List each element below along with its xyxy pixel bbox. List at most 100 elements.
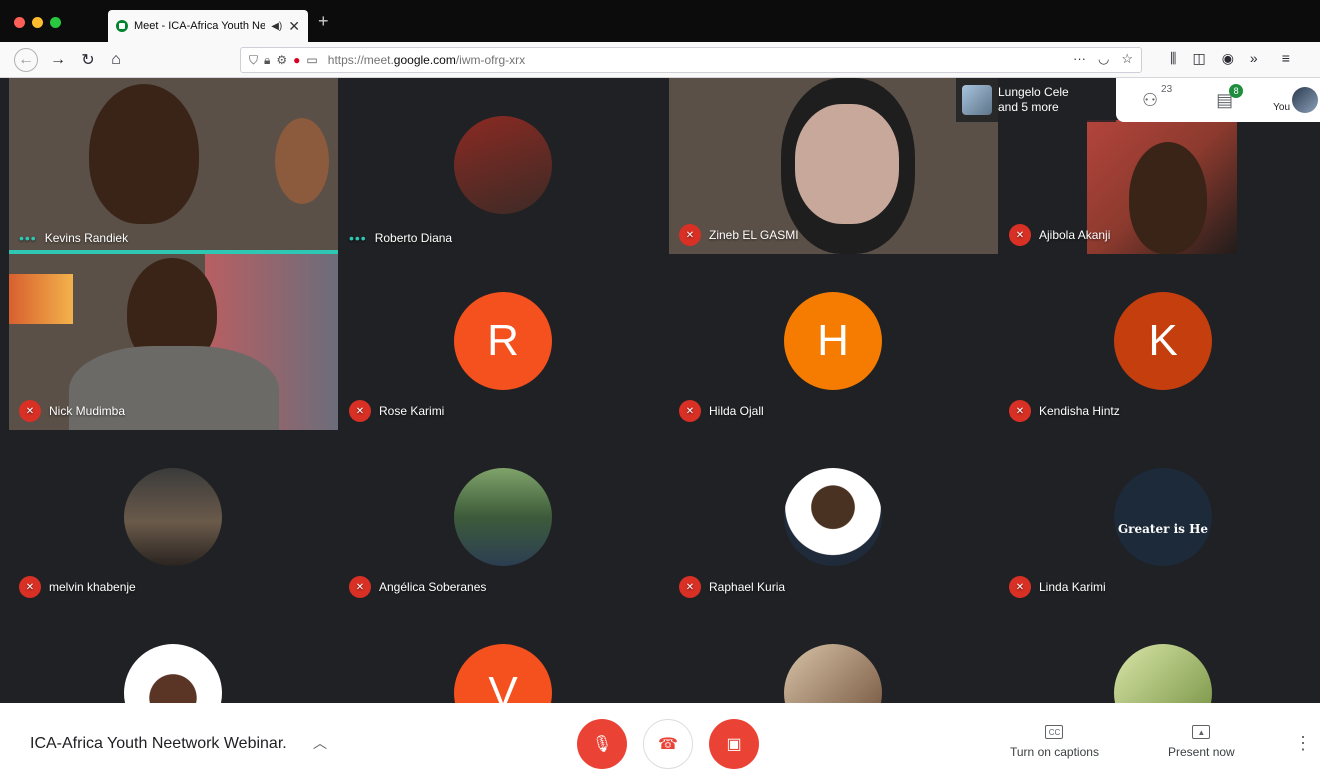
- participant-tile[interactable]: ✕ melvin khabenje: [9, 430, 338, 606]
- participant-tile[interactable]: ✕ Angélica Soberanes: [339, 430, 668, 606]
- shield-icon[interactable]: ⛉: [249, 53, 258, 68]
- participant-tile[interactable]: ••• Roberto Diana: [339, 78, 668, 254]
- close-window-button[interactable]: [14, 17, 25, 28]
- meeting-control-bar: ICA-Africa Youth Neetwork Webinar. ︿ 🎙︎ …: [0, 703, 1320, 773]
- participant-tile[interactable]: [669, 606, 998, 703]
- speaker-icon[interactable]: ◀): [271, 21, 282, 32]
- chat-icon[interactable]: ▤ 8: [1216, 83, 1244, 111]
- captions-button[interactable]: CC Turn on captions: [1010, 725, 1099, 759]
- mic-toggle-button[interactable]: 🎙︎: [577, 719, 627, 769]
- screen-share-icon[interactable]: ▭: [306, 53, 317, 67]
- microphone-icon[interactable]: ●: [293, 53, 300, 67]
- participant-avatar: [784, 468, 882, 566]
- camera-toggle-button[interactable]: ▣: [709, 719, 759, 769]
- reload-button[interactable]: ↻: [76, 48, 100, 72]
- camera-off-icon: ▣: [726, 736, 742, 753]
- participant-name: Rose Karimi: [379, 404, 445, 418]
- meeting-title[interactable]: ICA-Africa Youth Neetwork Webinar.: [30, 735, 287, 753]
- overflow-chevrons-icon[interactable]: »: [1250, 50, 1258, 67]
- participant-video-face: [795, 104, 899, 224]
- participant-name: Ajibola Akanji: [1039, 228, 1111, 242]
- permissions-icon[interactable]: ⚙: [276, 53, 287, 67]
- participant-avatar: [124, 468, 222, 566]
- chevron-up-icon[interactable]: ︿: [313, 733, 327, 753]
- minimize-window-button[interactable]: [32, 17, 43, 28]
- sidebar-icon[interactable]: ◫: [1192, 50, 1205, 67]
- tab-title: Meet - ICA-Africa Youth Ne: [134, 20, 266, 32]
- self-view[interactable]: You 6: [1273, 87, 1319, 113]
- participant-nameplate: ✕ Hilda Ojall: [679, 400, 764, 422]
- participant-nameplate: ✕ Angélica Soberanes: [349, 576, 486, 598]
- more-participants-thumbnail: [962, 85, 992, 115]
- participant-tile[interactable]: R ✕ Rose Karimi: [339, 254, 668, 430]
- more-participants-chip[interactable]: Lungelo Cele and 5 more: [956, 78, 1116, 122]
- participant-nameplate: ••• Roberto Diana: [349, 230, 452, 246]
- page-actions-icon[interactable]: ···: [1073, 51, 1086, 67]
- participant-nameplate: ✕ Kendisha Hintz: [1009, 400, 1120, 422]
- avatar-text: Greater is He: [1117, 522, 1209, 536]
- participant-tile[interactable]: H ✕ Hilda Ojall: [669, 254, 998, 430]
- navigation-bar: ← → ↻ ⌂ ⛉ 🔒︎ ⚙ ● ▭ https://meet.google.c…: [0, 42, 1320, 78]
- people-count: 23: [1161, 83, 1173, 95]
- mic-off-icon: ✕: [349, 400, 371, 422]
- library-icon[interactable]: ⫼: [1170, 50, 1176, 67]
- home-button[interactable]: ⌂: [104, 48, 128, 72]
- browser-window: Meet - ICA-Africa Youth Ne ◀) ✕ + ← → ↻ …: [0, 0, 1320, 773]
- participant-name: Linda Karimi: [1039, 580, 1106, 594]
- leave-call-button[interactable]: ☎: [643, 719, 693, 769]
- mic-off-icon: ✕: [1009, 224, 1031, 246]
- account-icon[interactable]: ◉: [1222, 50, 1234, 67]
- people-icon[interactable]: ⚇ 23: [1142, 84, 1172, 111]
- participant-name: Kevins Randiek: [44, 231, 129, 245]
- mic-off-icon: ✕: [679, 224, 701, 246]
- mic-off-icon: ✕: [679, 576, 701, 598]
- chat-badge: 8: [1229, 83, 1244, 98]
- close-tab-icon[interactable]: ✕: [288, 19, 300, 33]
- participant-avatar: [1114, 644, 1212, 703]
- participant-avatar: K: [1114, 292, 1212, 390]
- new-tab-button[interactable]: +: [318, 11, 329, 32]
- participant-nameplate: ✕ Nick Mudimba: [19, 400, 125, 422]
- participant-name: Angélica Soberanes: [379, 580, 487, 594]
- meet-favicon-icon: [116, 20, 128, 32]
- participant-nameplate: ✕ Zineb EL GASMI: [679, 224, 799, 246]
- participant-tile[interactable]: Greater is He ✕ Linda Karimi: [999, 430, 1320, 606]
- speaking-indicator-icon: •••: [19, 230, 37, 246]
- participant-nameplate: ✕ melvin khabenje: [19, 576, 136, 598]
- participant-nameplate: ✕ Raphael Kuria: [679, 576, 785, 598]
- lock-icon[interactable]: 🔒︎: [264, 53, 270, 68]
- mic-off-icon: ✕: [1009, 576, 1031, 598]
- participant-tile[interactable]: [9, 606, 338, 703]
- participant-avatar: Greater is He: [1114, 468, 1212, 566]
- hamburger-menu-icon[interactable]: ≡: [1282, 50, 1290, 67]
- participant-avatar: R: [454, 292, 552, 390]
- maximize-window-button[interactable]: [50, 17, 61, 28]
- present-button[interactable]: ▲ Present now: [1168, 725, 1235, 759]
- participant-avatar: [454, 116, 552, 214]
- participant-tile[interactable]: ✕ Raphael Kuria: [669, 430, 998, 606]
- meet-video-grid: ••• Kevins Randiek ••• Roberto Diana ✕ Z…: [0, 78, 1320, 703]
- wall-decoration: [275, 118, 329, 204]
- address-bar[interactable]: ⛉ 🔒︎ ⚙ ● ▭ https://meet.google.com/iwm-o…: [240, 47, 1142, 73]
- participant-avatar: V: [454, 644, 552, 703]
- url-text[interactable]: https://meet.google.com/iwm-ofrg-xrx: [328, 53, 525, 67]
- participant-tile[interactable]: ✕ Nick Mudimba: [9, 254, 338, 430]
- tab-meet[interactable]: Meet - ICA-Africa Youth Ne ◀) ✕: [108, 10, 308, 42]
- mic-off-icon: ✕: [19, 400, 41, 422]
- hang-up-icon: ☎: [658, 736, 678, 753]
- bookmark-star-icon[interactable]: ☆: [1121, 51, 1133, 67]
- participant-tile[interactable]: K ✕ Kendisha Hintz: [999, 254, 1320, 430]
- back-button[interactable]: ←: [14, 48, 38, 72]
- participant-tile[interactable]: ✕ Zineb EL GASMI: [669, 78, 998, 254]
- more-options-icon[interactable]: ⋮: [1294, 733, 1312, 754]
- mic-off-icon: 🎙︎: [591, 736, 613, 753]
- participant-video-figure: [89, 84, 199, 224]
- forward-button[interactable]: →: [46, 48, 70, 72]
- participant-nameplate: ✕ Rose Karimi: [349, 400, 444, 422]
- participant-tile[interactable]: [999, 606, 1320, 703]
- present-label: Present now: [1168, 745, 1235, 759]
- url-path: /iwm-ofrg-xrx: [455, 53, 526, 67]
- participant-tile[interactable]: ••• Kevins Randiek: [9, 78, 338, 254]
- participant-tile[interactable]: V: [339, 606, 668, 703]
- pocket-icon[interactable]: ◡: [1098, 51, 1109, 67]
